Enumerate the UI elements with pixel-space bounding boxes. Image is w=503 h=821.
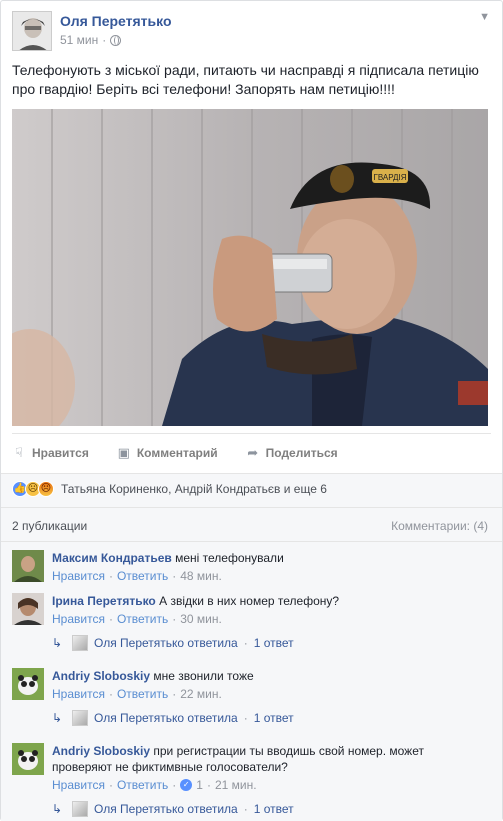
comment-meta: Нравится · Ответить · ✓ 1 · 21 мин. — [52, 778, 257, 792]
reply-count[interactable]: 1 ответ — [254, 711, 294, 725]
cap-emblem — [330, 165, 354, 193]
comment-like-link[interactable]: Нравится — [52, 687, 105, 701]
reply-author[interactable]: Оля Перетятько ответила — [94, 636, 238, 650]
reply-arrow-icon: ↳ — [52, 636, 63, 650]
meta-dot: · — [172, 687, 177, 701]
meta-dot: · — [243, 711, 248, 725]
comment-author[interactable]: Andriy Sloboskiy — [52, 744, 150, 758]
comment-meta: Нравится · Ответить · 48 мин. — [52, 569, 222, 583]
author-avatar[interactable] — [12, 11, 52, 51]
comment-body: Максим Кондратьев мені телефонували — [52, 550, 284, 566]
replies-link[interactable]: ↳ Оля Перетятько ответила · 1 ответ — [52, 710, 294, 726]
post-text: Телефонують з міської ради, питають чи н… — [12, 62, 479, 97]
comments-count[interactable]: Комментарии: (4) — [391, 519, 488, 533]
replies-link[interactable]: ↳ Оля Перетятько ответила · 1 ответ — [52, 801, 294, 817]
meta-dot: · — [108, 569, 113, 583]
reaction-names[interactable]: Татьяна Кориненко, Андрій Кондратьєв и е… — [61, 482, 327, 496]
share-button[interactable]: ➦ Поделиться — [246, 445, 338, 461]
reply-avatar — [72, 635, 88, 651]
comment-text: А звідки в них номер телефону? — [159, 594, 340, 608]
comment-icon: ▣ — [117, 445, 130, 460]
comment-body: Andriy Sloboskiy мне звонили тоже — [52, 668, 254, 684]
comment-reply-link[interactable]: Ответить — [117, 687, 168, 701]
post-time[interactable]: 51 мин — [60, 33, 98, 47]
publications-link[interactable]: 2 публикации — [12, 519, 87, 533]
commenter-avatar[interactable] — [12, 668, 44, 700]
comment-body: Andriy Sloboskiy при регистрации ты ввод… — [52, 743, 424, 759]
comment-author[interactable]: Andriy Sloboskiy — [52, 669, 150, 683]
comment-reply-link[interactable]: Ответить — [117, 778, 168, 792]
comment-meta: Нравится · Ответить · 30 мин. — [52, 612, 222, 626]
meta-dot: · — [172, 569, 177, 583]
comment-time[interactable]: 21 мин. — [215, 778, 257, 792]
share-icon: ➦ — [247, 445, 259, 460]
commenter-avatar[interactable] — [12, 743, 44, 775]
meta-dot: · — [108, 687, 113, 701]
post-card: Оля Перетятько 51 мин · ▼ Телефонують з … — [0, 0, 503, 821]
comment-like-count[interactable]: 1 — [196, 778, 203, 792]
meta-dot: · — [108, 778, 113, 792]
thumbs-up-icon: ☟ — [15, 445, 23, 460]
meta-dot: · — [206, 778, 211, 792]
reply-arrow-icon: ↳ — [52, 711, 63, 725]
comment-like-link[interactable]: Нравится — [52, 612, 105, 626]
commenter-avatar[interactable] — [12, 550, 44, 582]
comment-reply-link[interactable]: Ответить — [117, 569, 168, 583]
post-author[interactable]: Оля Перетятько — [60, 13, 172, 29]
comment-time[interactable]: 30 мин. — [180, 612, 222, 626]
reply-author[interactable]: Оля Перетятько ответила — [94, 802, 238, 816]
meta-dot: · — [102, 33, 107, 47]
like-label: Нравится — [32, 446, 89, 460]
comment-body: Ірина Перетятько А звідки в них номер те… — [52, 593, 339, 609]
cap-badge-text: ГВАРДІЯ — [374, 173, 407, 182]
comment-label: Комментарий — [136, 446, 218, 460]
globe-icon[interactable] — [110, 34, 122, 46]
comment-text: мне звонили тоже — [153, 669, 254, 683]
comment-like-link[interactable]: Нравится — [52, 569, 105, 583]
commenter-avatar[interactable] — [12, 593, 44, 625]
replies-link[interactable]: ↳ Оля Перетятько ответила · 1 ответ — [52, 635, 294, 651]
reply-count[interactable]: 1 ответ — [254, 802, 294, 816]
reply-avatar — [72, 710, 88, 726]
meta-dot: · — [243, 802, 248, 816]
meta-dot: · — [172, 612, 177, 626]
comment-text: мені телефонували — [175, 551, 284, 565]
divider — [12, 433, 491, 434]
comment-meta: Нравится · Ответить · 22 мин. — [52, 687, 222, 701]
post-photo[interactable]: ГВАРДІЯ — [12, 109, 488, 426]
comment-text: при регистрации ты вводишь свой номер. м… — [153, 744, 424, 758]
comment-author[interactable]: Ірина Перетятько — [52, 594, 156, 608]
share-label: Поделиться — [265, 446, 338, 460]
comment-like-link[interactable]: Нравится — [52, 778, 105, 792]
chevron-down-icon[interactable]: ▼ — [479, 11, 490, 23]
comment-text-cont: проверяют не фиктимвные голосователи? — [52, 760, 288, 774]
reply-count[interactable]: 1 ответ — [254, 636, 294, 650]
comment-button[interactable]: ▣ Комментарий — [117, 445, 218, 461]
like-button[interactable]: ☟ Нравится — [12, 445, 89, 461]
comment-time[interactable]: 22 мин. — [180, 687, 222, 701]
reactions-summary[interactable]: 👍 ☹ ☹ Татьяна Кориненко, Андрій Кондрать… — [12, 481, 327, 497]
meta-dot: · — [108, 612, 113, 626]
reply-avatar — [72, 801, 88, 817]
reply-arrow-icon: ↳ — [52, 802, 63, 816]
post-meta: 51 мин · — [60, 33, 122, 47]
comment-author[interactable]: Максим Кондратьев — [52, 551, 172, 565]
comment-reply-link[interactable]: Ответить — [117, 612, 168, 626]
meta-dot: · — [243, 636, 248, 650]
like-count-icon: ✓ — [180, 779, 193, 791]
angry-reaction-icon: ☹ — [38, 481, 54, 497]
reply-author[interactable]: Оля Перетятько ответила — [94, 711, 238, 725]
meta-dot: · — [172, 778, 177, 792]
comment-time[interactable]: 48 мин. — [180, 569, 222, 583]
post-actions: ☟ Нравится ▣ Комментарий ➦ Поделиться — [12, 441, 492, 465]
